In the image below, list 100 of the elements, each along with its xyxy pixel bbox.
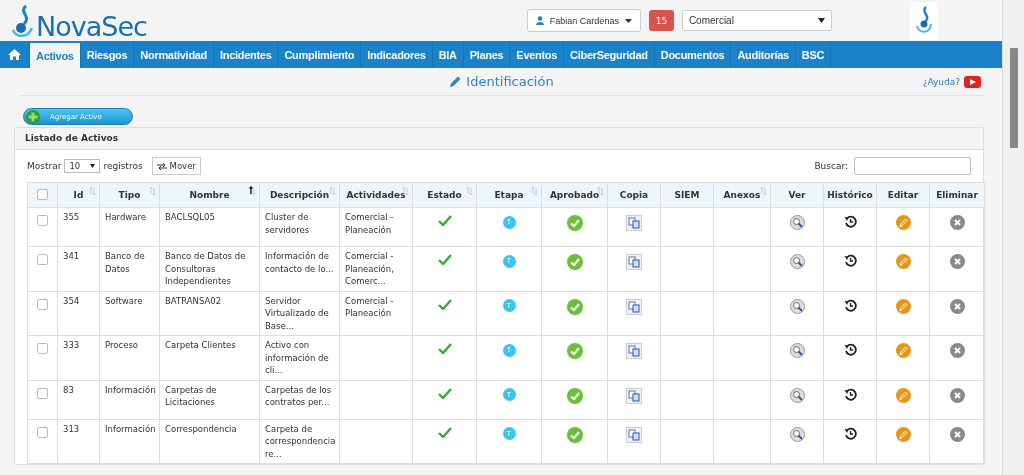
caret-icon bbox=[817, 18, 825, 23]
nav-tab[interactable]: BSC bbox=[795, 41, 832, 68]
notification-badge[interactable]: 15 bbox=[648, 10, 674, 31]
row-checkbox[interactable] bbox=[37, 215, 48, 226]
pencil-icon[interactable] bbox=[895, 298, 911, 314]
video-play-icon[interactable] bbox=[964, 75, 981, 88]
table-cell: Servidor Virtualizado de Base... bbox=[265, 295, 329, 331]
magnifier-icon[interactable] bbox=[789, 387, 805, 403]
column-header[interactable]: Descripción bbox=[259, 182, 340, 208]
nav-tab[interactable]: Incidentes bbox=[214, 41, 279, 68]
table-cell: 313 bbox=[63, 423, 80, 434]
records-label: registros bbox=[103, 161, 143, 171]
row-checkbox[interactable] bbox=[37, 254, 48, 265]
column-header[interactable]: Aprobado bbox=[541, 182, 608, 208]
row-checkbox[interactable] bbox=[37, 298, 48, 310]
nav-tab[interactable]: Indicadores bbox=[361, 41, 433, 68]
copy-icon[interactable] bbox=[626, 343, 642, 359]
nav-tab[interactable]: Auditorías bbox=[731, 41, 796, 68]
table-cell: Correspondencia bbox=[165, 423, 237, 434]
close-icon[interactable] bbox=[949, 387, 965, 403]
magnifier-icon[interactable] bbox=[789, 426, 805, 442]
table-cell: Software bbox=[105, 295, 143, 306]
logo-drop-icon bbox=[10, 3, 36, 40]
nav-tab[interactable]: Eventos bbox=[510, 41, 565, 68]
nav-tab[interactable]: Normatividad bbox=[134, 41, 215, 68]
copy-icon[interactable] bbox=[626, 426, 642, 443]
pencil-icon[interactable] bbox=[895, 254, 911, 269]
table-cell: 341 bbox=[63, 251, 80, 261]
nav-tab[interactable]: BIA bbox=[432, 41, 464, 68]
nav-tab[interactable]: Cumplimiento bbox=[278, 41, 362, 68]
home-icon bbox=[8, 49, 21, 60]
pencil-icon[interactable] bbox=[895, 343, 911, 358]
column-header[interactable]: Eliminar bbox=[929, 182, 985, 208]
row-checkbox[interactable] bbox=[37, 387, 48, 399]
history-icon[interactable] bbox=[843, 254, 857, 267]
column-header[interactable]: Id bbox=[57, 182, 100, 208]
show-label: Mostrar bbox=[27, 161, 62, 171]
column-header[interactable]: Editar bbox=[876, 182, 930, 208]
column-header[interactable]: Anexos bbox=[713, 182, 771, 208]
row-checkbox[interactable] bbox=[37, 426, 48, 438]
column-header[interactable]: SIEM bbox=[660, 182, 714, 208]
table-cell: Carpetas de Licitaciones bbox=[165, 384, 217, 407]
magnifier-icon[interactable] bbox=[789, 343, 805, 358]
table-cell: 333 bbox=[63, 340, 80, 350]
history-icon[interactable] bbox=[843, 343, 857, 356]
close-icon[interactable] bbox=[949, 426, 965, 442]
swap-arrows-icon bbox=[156, 162, 167, 170]
table-cell: Banco de Datos de Consultoras Independientes bbox=[165, 251, 246, 286]
close-icon[interactable] bbox=[949, 343, 965, 358]
column-header[interactable]: Histórico bbox=[823, 182, 877, 208]
column-header[interactable]: Nombre bbox=[159, 182, 260, 208]
column-header[interactable]: Copia bbox=[607, 182, 661, 208]
close-icon[interactable] bbox=[949, 254, 965, 269]
column-header[interactable]: Etapa bbox=[476, 182, 542, 208]
table-cell: Cluster de servidores bbox=[265, 212, 310, 235]
area-select[interactable]: Comercial bbox=[681, 10, 832, 31]
pencil-icon[interactable] bbox=[895, 387, 911, 403]
table-cell: Información bbox=[105, 384, 156, 395]
table-cell: Carpeta Clientes bbox=[165, 340, 236, 350]
logo-text: NovaSec bbox=[36, 12, 147, 40]
copy-icon[interactable] bbox=[626, 215, 642, 231]
pencil-icon[interactable] bbox=[895, 426, 911, 442]
magnifier-icon[interactable] bbox=[789, 254, 805, 269]
pencil-icon[interactable] bbox=[895, 215, 911, 230]
history-icon[interactable] bbox=[843, 426, 857, 440]
close-icon[interactable] bbox=[949, 215, 965, 230]
table-cell: 83 bbox=[63, 384, 74, 395]
nav-tab[interactable]: CiberSeguridad bbox=[564, 41, 655, 68]
table-cell: Hardware bbox=[105, 212, 147, 222]
copy-icon[interactable] bbox=[626, 298, 642, 315]
help-link[interactable]: ¿Ayuda? bbox=[922, 76, 960, 87]
caret-icon bbox=[624, 18, 632, 23]
table-cell: Comercial - Planeación bbox=[345, 295, 394, 318]
column-header[interactable]: Actividades bbox=[339, 182, 413, 208]
copy-icon[interactable] bbox=[626, 254, 642, 270]
history-icon[interactable] bbox=[843, 215, 857, 228]
row-checkbox[interactable] bbox=[37, 343, 48, 354]
magnifier-icon[interactable] bbox=[789, 298, 805, 314]
nav-tab[interactable]: Documentos bbox=[654, 41, 732, 68]
table-cell: 354 bbox=[63, 295, 80, 306]
move-button[interactable]: Mover bbox=[151, 157, 201, 175]
user-menu[interactable]: Fabian Cardenas bbox=[526, 9, 641, 32]
magnifier-icon[interactable] bbox=[789, 215, 805, 230]
nav-tab[interactable]: Activos bbox=[30, 43, 81, 68]
nav-tab[interactable]: Riesgos bbox=[80, 41, 135, 68]
page-size-select[interactable]: 10 bbox=[64, 159, 101, 173]
column-header[interactable]: Ver bbox=[770, 182, 824, 208]
history-icon[interactable] bbox=[843, 298, 857, 312]
table-cell: 355 bbox=[63, 212, 80, 222]
caret-icon bbox=[90, 164, 96, 168]
column-header[interactable]: Tipo bbox=[99, 182, 160, 208]
column-header[interactable]: Estado bbox=[412, 182, 477, 208]
close-icon[interactable] bbox=[949, 298, 965, 314]
copy-icon[interactable] bbox=[626, 387, 642, 404]
search-field[interactable] bbox=[854, 157, 971, 175]
table-cell: Carpeta de correspondencia re... bbox=[265, 423, 336, 459]
nav-tab[interactable]: Planes bbox=[463, 41, 511, 68]
select-all-checkbox[interactable] bbox=[37, 188, 48, 200]
scrollbar[interactable] bbox=[1002, 0, 1024, 475]
history-icon[interactable] bbox=[843, 387, 857, 401]
